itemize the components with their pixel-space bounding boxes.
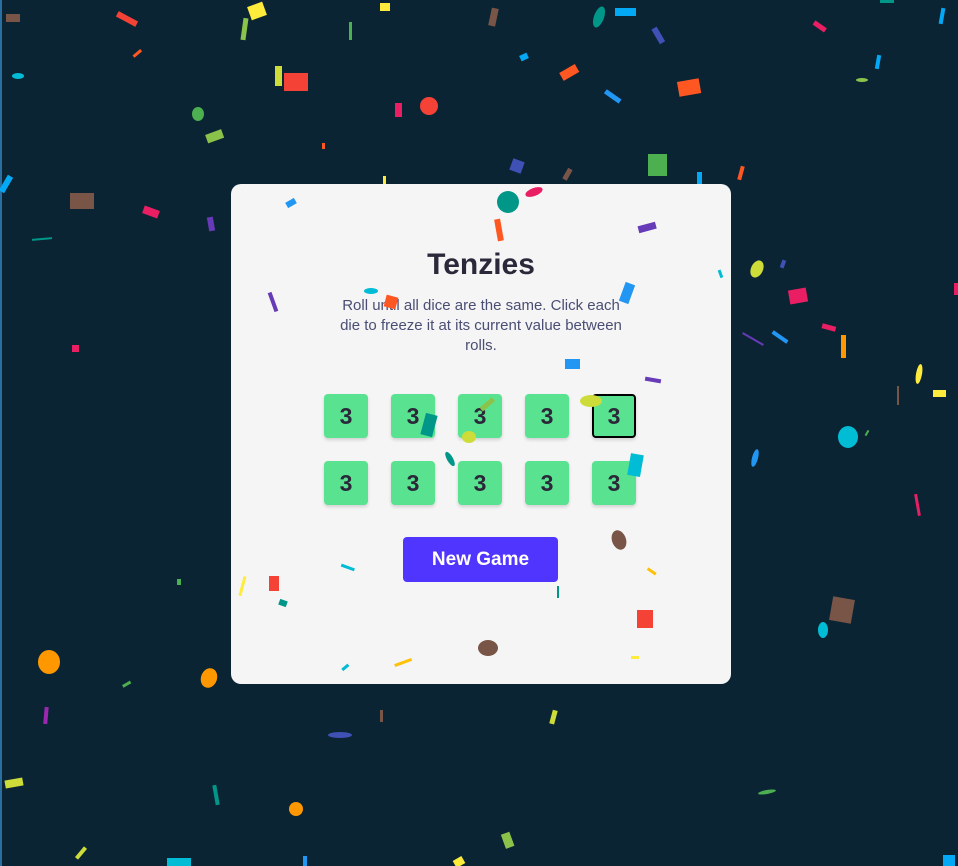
instructions-text: Roll until all dice are the same. Click … (340, 297, 622, 354)
die-4[interactable]: 3 (525, 394, 569, 438)
dice-grid: 3 3 3 3 3 3 3 3 3 3 (324, 394, 638, 505)
die-3[interactable]: 3 (458, 394, 502, 438)
new-game-button[interactable]: New Game (403, 537, 558, 582)
page-title: Tenzies (427, 248, 535, 281)
die-7[interactable]: 3 (391, 461, 435, 505)
die-5-held[interactable]: 3 (592, 394, 636, 438)
die-2[interactable]: 3 (391, 394, 435, 438)
game-card: Tenzies Roll until all dice are the same… (231, 184, 731, 684)
die-1[interactable]: 3 (324, 394, 368, 438)
die-9[interactable]: 3 (525, 461, 569, 505)
die-10[interactable]: 3 (592, 461, 636, 505)
die-8[interactable]: 3 (458, 461, 502, 505)
die-6[interactable]: 3 (324, 461, 368, 505)
